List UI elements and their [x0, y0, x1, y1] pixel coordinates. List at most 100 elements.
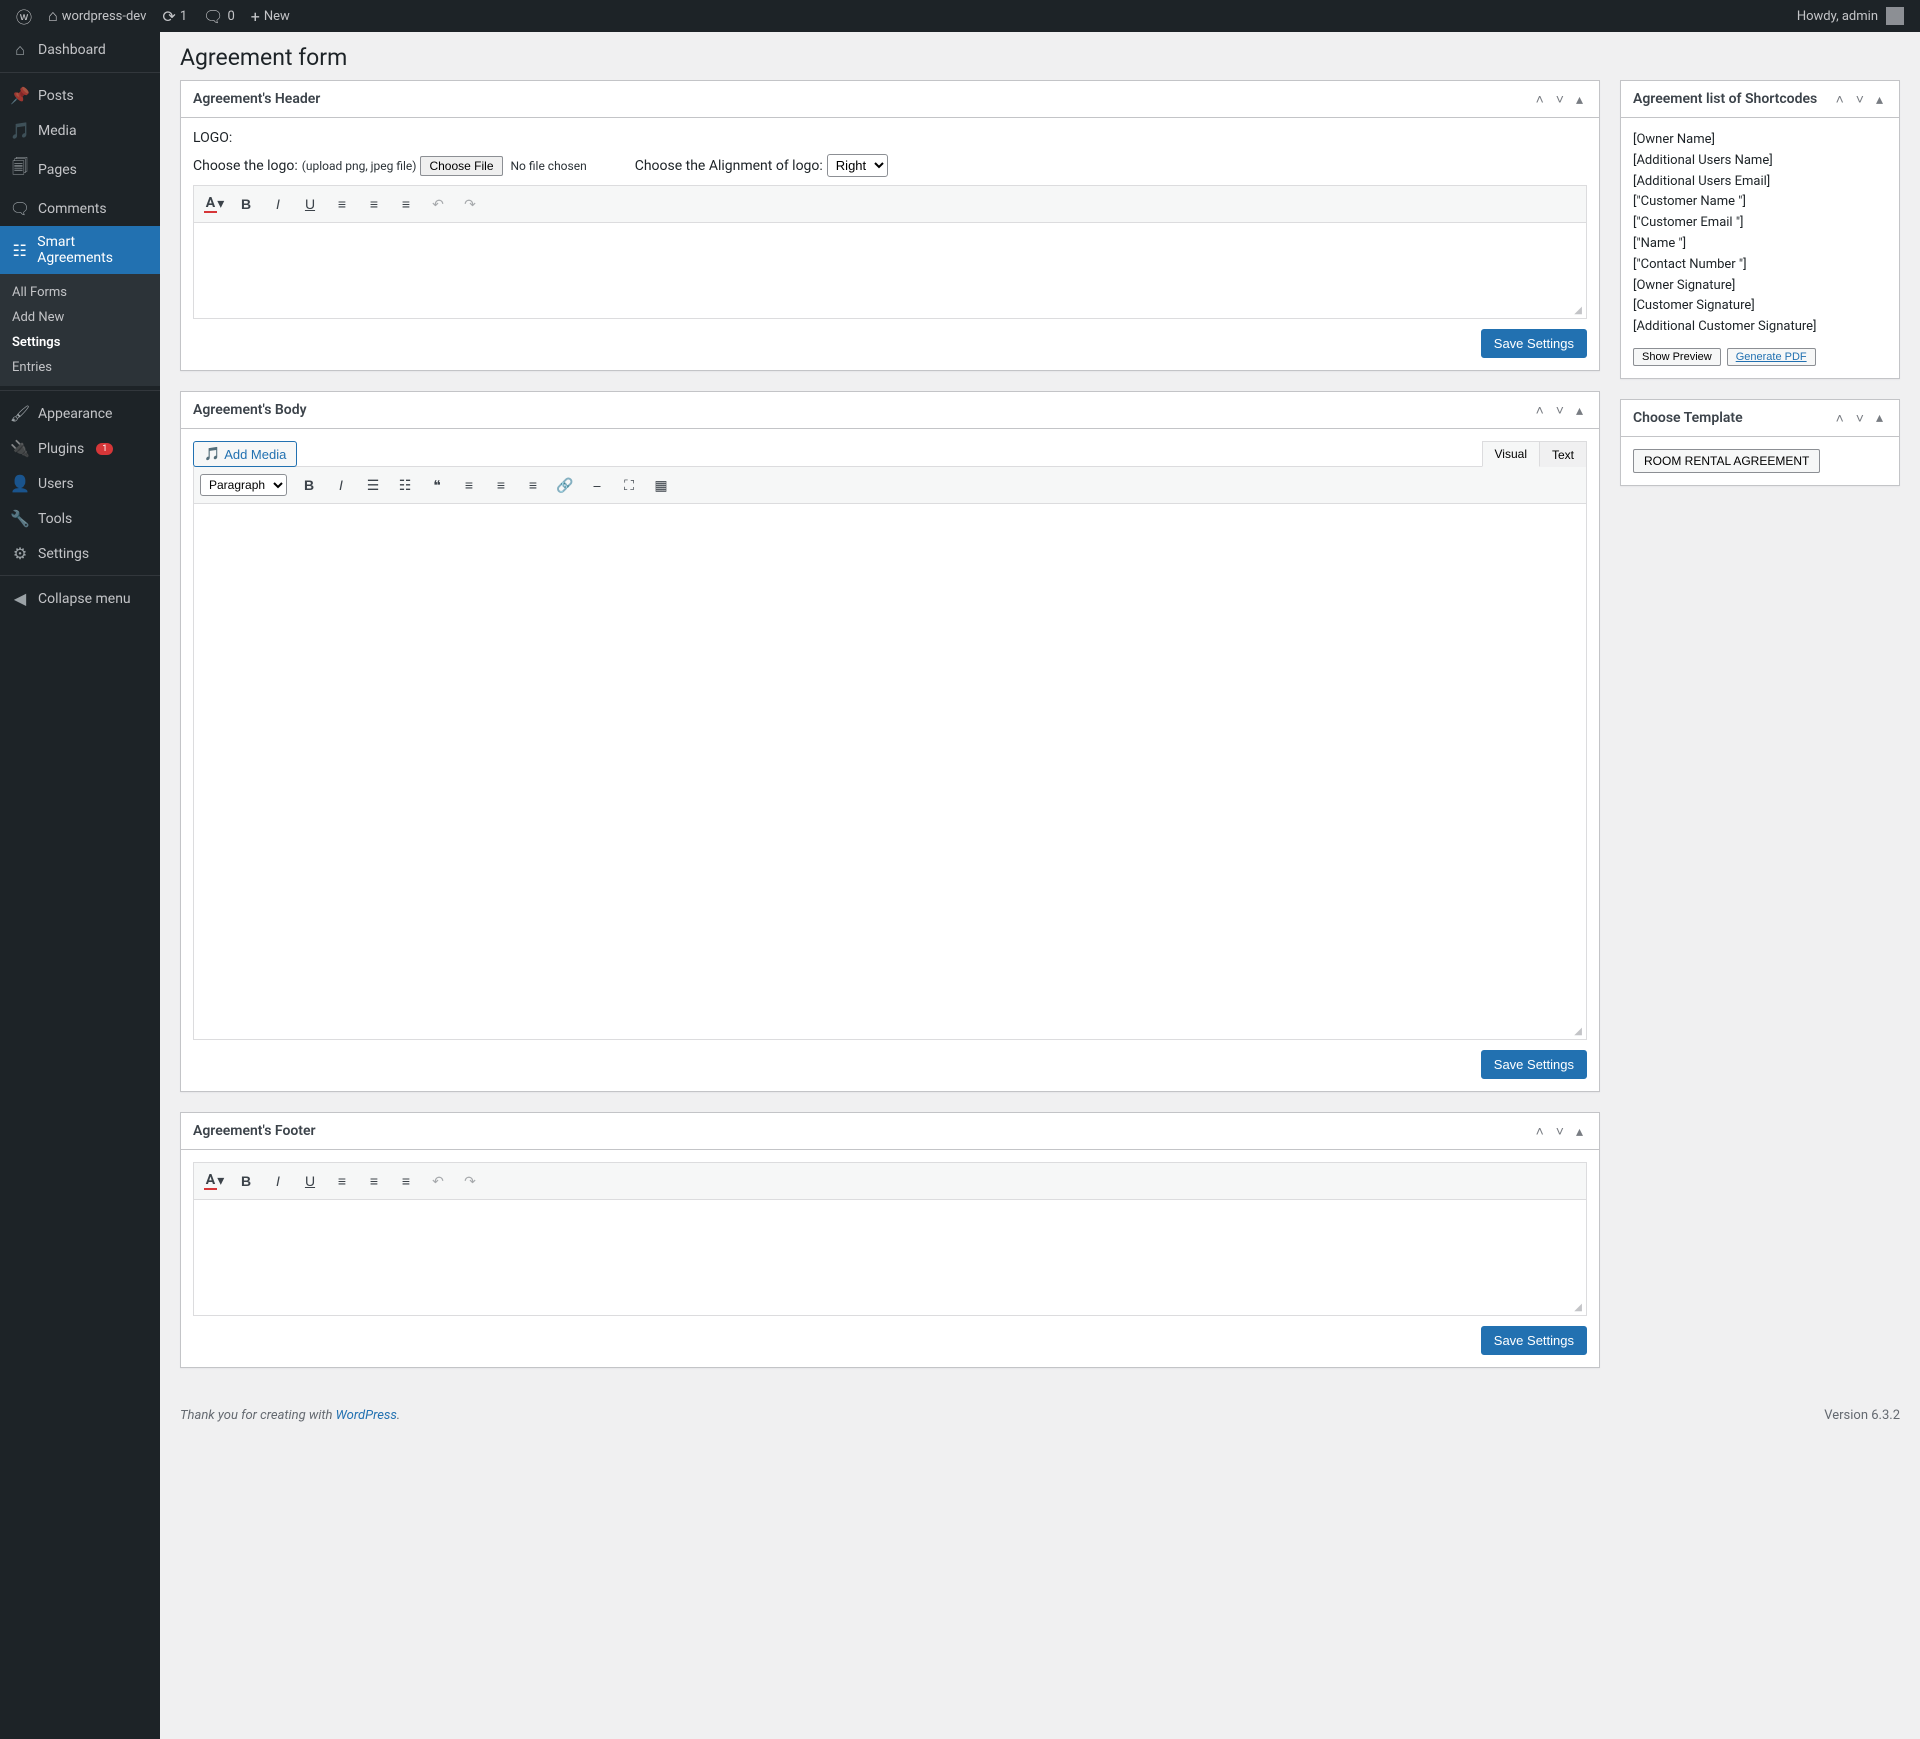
underline-button[interactable]: U [296, 1167, 324, 1195]
add-media-button[interactable]: 🎵Add Media [193, 441, 297, 467]
bold-button[interactable]: B [232, 190, 260, 218]
updates-count: 1 [180, 9, 187, 24]
resize-handle[interactable]: ◢ [194, 1300, 1586, 1315]
align-left-button[interactable]: ≡ [455, 471, 483, 499]
toggle-button[interactable]: ▴ [1872, 87, 1887, 112]
toggle-button[interactable]: ▴ [1572, 1119, 1587, 1144]
redo-button[interactable]: ↷ [456, 190, 484, 218]
shortcode-item[interactable]: [Additional Users Name] [1633, 151, 1887, 172]
move-down-button[interactable]: ˅ [1552, 398, 1568, 423]
move-up-button[interactable]: ˄ [1832, 87, 1848, 112]
toolbar-toggle-button[interactable]: ▦ [647, 471, 675, 499]
menu-smart-agreements[interactable]: ☷Smart Agreements [0, 226, 160, 274]
move-down-button[interactable]: ˅ [1552, 87, 1568, 112]
generate-pdf-button[interactable]: Generate PDF [1727, 348, 1816, 366]
italic-button[interactable]: I [264, 190, 292, 218]
resize-handle[interactable]: ◢ [194, 303, 1586, 318]
menu-settings[interactable]: ⚙Settings [0, 536, 160, 571]
move-up-button[interactable]: ˄ [1532, 398, 1548, 423]
show-preview-button[interactable]: Show Preview [1633, 348, 1721, 366]
align-center-button[interactable]: ≡ [360, 190, 388, 218]
shortcode-item[interactable]: ["Contact Number "] [1633, 255, 1887, 276]
move-down-button[interactable]: ˅ [1852, 87, 1868, 112]
menu-pages[interactable]: 🗐Pages [0, 148, 160, 191]
redo-button[interactable]: ↷ [456, 1167, 484, 1195]
submenu-entries[interactable]: Entries [0, 355, 160, 380]
undo-button[interactable]: ↶ [424, 1167, 452, 1195]
italic-button[interactable]: I [264, 1167, 292, 1195]
text-color-button[interactable]: A ▾ [200, 1167, 228, 1195]
menu-users[interactable]: 👤Users [0, 466, 160, 501]
shortcode-item[interactable]: ["Name "] [1633, 234, 1887, 255]
italic-button[interactable]: I [327, 471, 355, 499]
align-center-button[interactable]: ≡ [360, 1167, 388, 1195]
alignment-label: Choose the Alignment of logo: [635, 158, 823, 174]
shortcode-item[interactable]: [Customer Signature] [1633, 296, 1887, 317]
toggle-button[interactable]: ▴ [1872, 405, 1887, 430]
move-up-button[interactable]: ˄ [1532, 1119, 1548, 1144]
align-center-button[interactable]: ≡ [487, 471, 515, 499]
toggle-button[interactable]: ▴ [1572, 398, 1587, 423]
toggle-button[interactable]: ▴ [1572, 87, 1587, 112]
menu-appearance[interactable]: 🖌Appearance [0, 396, 160, 431]
choose-file-button[interactable]: Choose File [420, 156, 502, 176]
new-link[interactable]: +New [243, 0, 298, 32]
menu-plugins[interactable]: 🔌Plugins1 [0, 431, 160, 466]
menu-dashboard[interactable]: ⌂Dashboard [0, 32, 160, 68]
align-right-button[interactable]: ≡ [392, 1167, 420, 1195]
quote-button[interactable]: ❝ [423, 471, 451, 499]
tab-text[interactable]: Text [1539, 441, 1587, 467]
menu-comments[interactable]: 🗨Comments [0, 191, 160, 226]
move-down-button[interactable]: ˅ [1552, 1119, 1568, 1144]
text-color-button[interactable]: A ▾ [200, 190, 228, 218]
readmore-button[interactable]: ⎯ [583, 471, 611, 499]
paragraph-select[interactable]: Paragraph [200, 474, 287, 496]
resize-handle[interactable]: ◢ [194, 1024, 1586, 1039]
move-up-button[interactable]: ˄ [1532, 87, 1548, 112]
fullscreen-button[interactable]: ⛶ [615, 471, 643, 499]
bullet-list-button[interactable]: ☰ [359, 471, 387, 499]
tab-visual[interactable]: Visual [1482, 441, 1540, 467]
shortcode-item[interactable]: ["Customer Email "] [1633, 213, 1887, 234]
move-down-button[interactable]: ˅ [1852, 405, 1868, 430]
underline-button[interactable]: U [296, 190, 324, 218]
move-up-button[interactable]: ˄ [1832, 405, 1848, 430]
align-right-button[interactable]: ≡ [519, 471, 547, 499]
bold-button[interactable]: B [232, 1167, 260, 1195]
template-button[interactable]: ROOM RENTAL AGREEMENT [1633, 449, 1820, 473]
undo-button[interactable]: ↶ [424, 190, 452, 218]
account-link[interactable]: Howdy, admin [1789, 0, 1912, 32]
comments-link[interactable]: 🗨0 [195, 0, 243, 32]
footer-editor: A ▾ B I U ≡ ≡ ≡ ↶ ↷ ◢ [193, 1162, 1587, 1316]
bold-button[interactable]: B [295, 471, 323, 499]
shortcode-item[interactable]: [Owner Signature] [1633, 276, 1887, 297]
save-settings-button[interactable]: Save Settings [1481, 1326, 1587, 1355]
link-button[interactable]: 🔗 [551, 471, 579, 499]
wp-logo[interactable]: ⓦ [8, 0, 40, 32]
save-settings-button[interactable]: Save Settings [1481, 1050, 1587, 1079]
header-editor-content[interactable] [194, 223, 1586, 303]
footer-editor-content[interactable] [194, 1200, 1586, 1300]
shortcode-item[interactable]: [Additional Users Email] [1633, 172, 1887, 193]
save-settings-button[interactable]: Save Settings [1481, 329, 1587, 358]
align-left-button[interactable]: ≡ [328, 1167, 356, 1195]
site-link[interactable]: ⌂wordpress-dev [40, 0, 154, 32]
number-list-button[interactable]: ☷ [391, 471, 419, 499]
menu-tools[interactable]: 🔧Tools [0, 501, 160, 536]
updates-link[interactable]: ⟳1 [154, 0, 195, 32]
body-editor-content[interactable] [194, 504, 1586, 1024]
shortcode-item[interactable]: ["Customer Name "] [1633, 192, 1887, 213]
submenu-all-forms[interactable]: All Forms [0, 280, 160, 305]
shortcode-item[interactable]: [Additional Customer Signature] [1633, 317, 1887, 338]
align-right-button[interactable]: ≡ [392, 190, 420, 218]
submenu-settings[interactable]: Settings [0, 330, 160, 355]
wrench-icon: 🔧 [10, 509, 30, 528]
align-left-button[interactable]: ≡ [328, 190, 356, 218]
shortcode-item[interactable]: [Owner Name] [1633, 130, 1887, 151]
menu-media[interactable]: 🎵Media [0, 113, 160, 148]
alignment-select[interactable]: Right [827, 154, 888, 177]
submenu-add-new[interactable]: Add New [0, 305, 160, 330]
wordpress-link[interactable]: WordPress [336, 1408, 397, 1423]
menu-collapse[interactable]: ◀Collapse menu [0, 581, 160, 616]
menu-posts[interactable]: 📌Posts [0, 78, 160, 113]
